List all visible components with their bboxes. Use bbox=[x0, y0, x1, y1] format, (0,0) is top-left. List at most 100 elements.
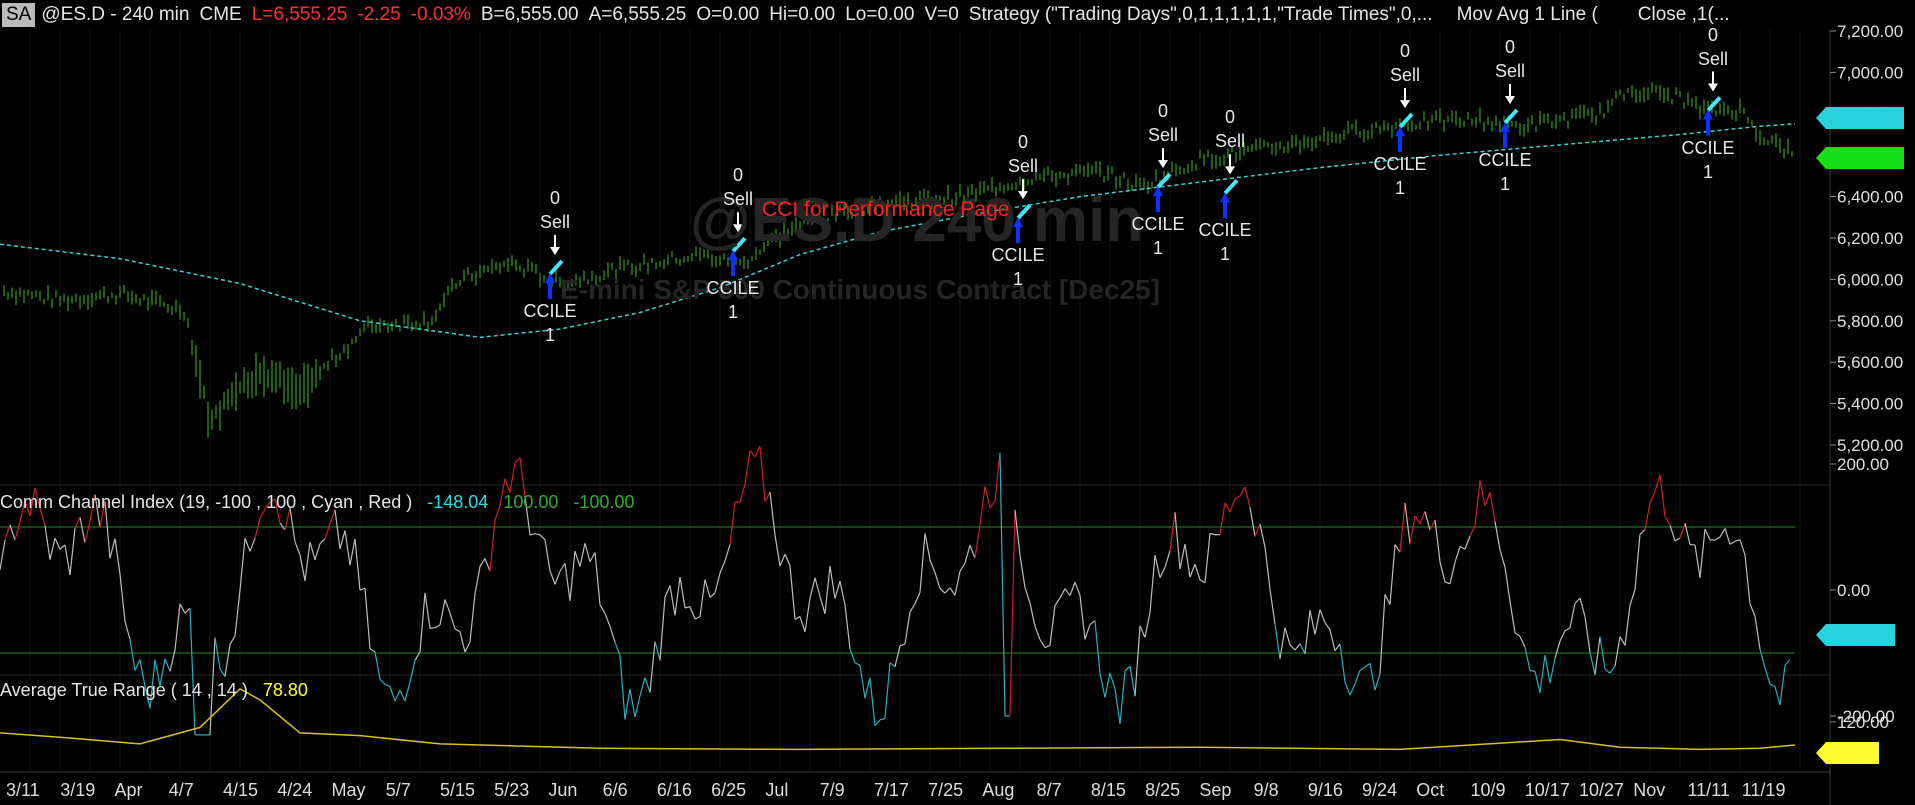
cci-line bbox=[574, 550, 581, 567]
open-price: O=0.00 bbox=[696, 4, 760, 25]
cci-line bbox=[1224, 502, 1231, 513]
exchange-label: CME bbox=[199, 4, 242, 25]
sa-badge[interactable]: SA bbox=[2, 3, 36, 27]
cci-line bbox=[1404, 502, 1411, 545]
cci-line bbox=[1364, 662, 1371, 668]
cci-line bbox=[909, 603, 916, 613]
cci-title: Comm Channel Index (19, -100 , 100 , Cya… bbox=[0, 492, 413, 512]
buy-qty: 1 bbox=[1012, 269, 1023, 290]
mov-avg-price-tag: 6,752.84 bbox=[1815, 107, 1905, 129]
cci-line bbox=[889, 662, 896, 668]
cci-line bbox=[479, 558, 486, 567]
cci-line bbox=[179, 603, 186, 614]
cci-line bbox=[769, 492, 776, 536]
cci-line bbox=[444, 599, 451, 614]
cci-line bbox=[0, 539, 6, 570]
x-axis-label: 3/19 bbox=[60, 780, 96, 800]
cci-line bbox=[1324, 622, 1331, 631]
cci-line bbox=[224, 644, 231, 677]
cci-line bbox=[1554, 640, 1561, 659]
cci-line bbox=[749, 450, 756, 458]
cci-line bbox=[1304, 610, 1311, 654]
sell-label: Sell bbox=[1697, 48, 1728, 69]
cci-line bbox=[804, 598, 811, 632]
sell-arrowhead bbox=[1400, 100, 1410, 109]
cci-line bbox=[989, 500, 996, 509]
cci-line bbox=[1169, 512, 1176, 551]
cci-line bbox=[1044, 644, 1051, 649]
cci-line bbox=[684, 606, 691, 609]
sell-label: Sell bbox=[1494, 60, 1525, 81]
cci-line bbox=[1159, 567, 1166, 578]
cci-lower: -100.00 bbox=[573, 492, 635, 512]
cci-line bbox=[124, 621, 131, 640]
cci-line bbox=[814, 577, 821, 597]
cci-line bbox=[254, 517, 261, 539]
cci-line bbox=[934, 572, 941, 589]
cci-line bbox=[1234, 495, 1241, 500]
cci-line bbox=[1209, 532, 1216, 536]
cci-legend: Comm Channel Index (19, -100 , 100 , Cya… bbox=[0, 492, 644, 513]
cci-line bbox=[879, 717, 886, 721]
x-axis-label: 10/27 bbox=[1579, 780, 1625, 800]
cci-line bbox=[854, 662, 861, 666]
cci-line bbox=[819, 596, 826, 615]
atr-legend: Average True Range ( 14 , 14 ) 78.80 bbox=[0, 680, 318, 701]
cci-line bbox=[359, 587, 366, 591]
cci-line bbox=[429, 627, 436, 629]
atr-axis-label: 120.00 bbox=[1837, 713, 1889, 732]
cci-line bbox=[794, 615, 801, 620]
cci-line bbox=[534, 533, 541, 536]
cci-line bbox=[114, 538, 121, 575]
cci-line bbox=[1604, 668, 1611, 674]
x-axis-label: May bbox=[331, 780, 366, 800]
cci-line bbox=[1354, 670, 1361, 685]
price-axis-label: 7,200.00 bbox=[1837, 22, 1903, 41]
low-price: Lo=0.00 bbox=[845, 4, 915, 25]
cci-line bbox=[459, 631, 466, 653]
cci-line bbox=[1064, 588, 1071, 596]
entry-marker bbox=[1223, 178, 1239, 195]
cci-line bbox=[1769, 683, 1776, 688]
cci-line bbox=[554, 571, 561, 585]
cci-line bbox=[1054, 597, 1061, 606]
cci-line bbox=[519, 457, 526, 497]
cci-line bbox=[784, 553, 791, 567]
cci-line bbox=[1039, 639, 1046, 648]
cci-line bbox=[1134, 625, 1141, 697]
buy-label: CCILE bbox=[1681, 137, 1735, 158]
cci-line bbox=[709, 592, 716, 598]
x-axis-label: 9/16 bbox=[1307, 780, 1343, 800]
buy-arrowhead bbox=[545, 273, 555, 284]
cci-line bbox=[899, 643, 906, 647]
cci-line bbox=[714, 572, 721, 594]
cci-line bbox=[189, 607, 196, 735]
cci-line bbox=[904, 611, 911, 645]
cci-line bbox=[1779, 665, 1786, 706]
x-axis-label: 11/19 bbox=[1741, 780, 1786, 800]
cci-line bbox=[1679, 523, 1686, 539]
cci-line bbox=[739, 483, 746, 503]
cci-line bbox=[824, 566, 831, 614]
sell-arrowhead bbox=[1505, 95, 1515, 104]
cci-line bbox=[1349, 683, 1356, 696]
cci-line bbox=[1269, 589, 1276, 625]
cci-line bbox=[1189, 563, 1196, 578]
cci-line bbox=[44, 525, 51, 560]
x-axis-label: 3/11 bbox=[6, 780, 40, 800]
cci-line bbox=[754, 446, 761, 458]
cci-line bbox=[774, 534, 781, 566]
cci-line bbox=[1249, 507, 1256, 537]
cci-line bbox=[464, 641, 471, 653]
sell-label: Sell bbox=[1007, 156, 1038, 177]
cci-line bbox=[314, 543, 321, 560]
x-axis-label: 7/25 bbox=[928, 780, 964, 800]
cci-line bbox=[1029, 602, 1036, 627]
sell-arrowhead bbox=[1158, 160, 1168, 169]
cci-line bbox=[1449, 562, 1456, 584]
strategy-label: Strategy ("Trading Days",0,1,1,1,1,1,"Tr… bbox=[968, 4, 1433, 25]
cci-line bbox=[1154, 554, 1161, 578]
cci-upper: 100.00 bbox=[503, 492, 559, 512]
cci-line bbox=[504, 478, 511, 493]
cci-line bbox=[174, 603, 181, 651]
